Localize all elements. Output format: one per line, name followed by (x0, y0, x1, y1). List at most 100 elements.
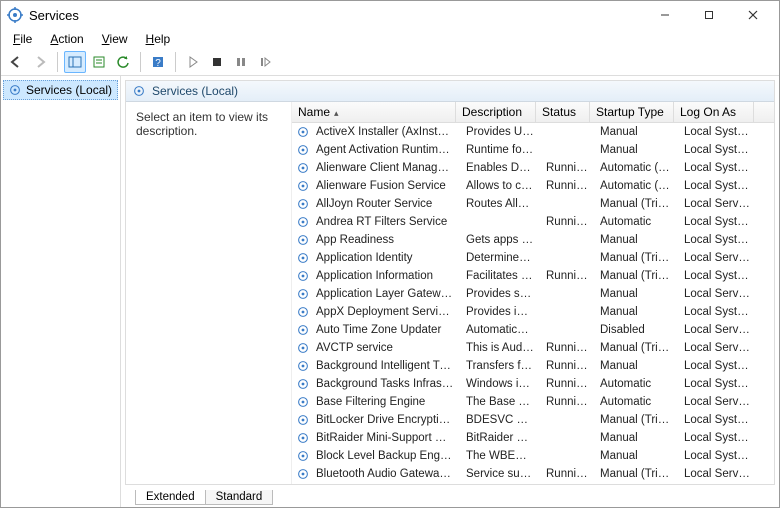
minimize-icon (660, 10, 670, 20)
gear-icon (296, 215, 310, 229)
service-row[interactable]: Bluetooth Audio Gateway Se...Service sup… (292, 465, 774, 483)
tab-standard[interactable]: Standard (205, 490, 274, 505)
toolbar-separator (175, 52, 176, 72)
service-name: ActiveX Installer (AxInstSV) (310, 126, 460, 138)
col-log-on-as[interactable]: Log On As (674, 102, 754, 122)
service-row[interactable]: Alienware Client Manageme...Enables Dell… (292, 159, 774, 177)
service-row[interactable]: App ReadinessGets apps re...ManualLocal … (292, 231, 774, 249)
maximize-button[interactable] (687, 1, 731, 29)
gear-icon (296, 233, 310, 247)
restart-icon (259, 56, 271, 68)
close-button[interactable] (731, 1, 775, 29)
col-status[interactable]: Status (536, 102, 590, 122)
service-status: Running (540, 378, 594, 390)
service-startup-type: Manual (594, 144, 678, 156)
col-description[interactable]: Description (456, 102, 536, 122)
service-log-on-as: Local Service (678, 252, 758, 264)
show-hide-tree-button[interactable] (64, 51, 86, 73)
service-row[interactable]: Auto Time Zone UpdaterAutomaticall...Dis… (292, 321, 774, 339)
service-row[interactable]: Application InformationFacilitates th...… (292, 267, 774, 285)
gear-icon (296, 269, 310, 283)
service-description: Gets apps re... (460, 234, 540, 246)
restart-service-button[interactable] (254, 51, 276, 73)
service-row[interactable]: AVCTP serviceThis is Audio...RunningManu… (292, 339, 774, 357)
service-name: Background Intelligent Tran... (310, 360, 460, 372)
service-description: Determines ... (460, 252, 540, 264)
back-button[interactable] (5, 51, 27, 73)
gear-icon (296, 449, 310, 463)
service-row[interactable]: Background Intelligent Tran...Transfers … (292, 357, 774, 375)
service-description: The Base Filt... (460, 396, 540, 408)
menubar: File Action View Help (1, 29, 779, 49)
service-row[interactable]: BitRaider Mini-Support Serv...BitRaider … (292, 429, 774, 447)
service-row[interactable]: Agent Activation Runtime_a...Runtime for… (292, 141, 774, 159)
menu-help[interactable]: Help (138, 30, 179, 48)
description-panel: Select an item to view its description. (126, 102, 291, 484)
service-description: Enables Dell ... (460, 162, 540, 174)
menu-file[interactable]: File (5, 30, 40, 48)
svg-text:?: ? (155, 58, 161, 69)
window-title: Services (29, 8, 79, 23)
stop-service-button[interactable] (206, 51, 228, 73)
service-row[interactable]: Andrea RT Filters ServiceRunningAutomati… (292, 213, 774, 231)
menu-action[interactable]: Action (42, 30, 91, 48)
tree-pane[interactable]: Services (Local) (1, 76, 121, 507)
service-row[interactable]: Background Tasks Infrastruc...Windows in… (292, 375, 774, 393)
play-icon (187, 56, 199, 68)
service-startup-type: Automatic (De... (594, 180, 678, 192)
service-status: Running (540, 468, 594, 480)
service-log-on-as: Local System (678, 234, 758, 246)
service-name: Background Tasks Infrastruc... (310, 378, 460, 390)
service-row[interactable]: BitLocker Drive Encryption S...BDESVC ho… (292, 411, 774, 429)
tree-root-item[interactable]: Services (Local) (3, 80, 118, 100)
service-row[interactable]: Block Level Backup Engine S...The WBENGI… (292, 447, 774, 465)
menu-view[interactable]: View (94, 30, 136, 48)
service-log-on-as: Local System (678, 378, 758, 390)
forward-button[interactable] (29, 51, 51, 73)
service-row[interactable]: ActiveX Installer (AxInstSV)Provides Use… (292, 123, 774, 141)
tree-pane-icon (68, 55, 82, 69)
service-row[interactable]: Bluetooth Support ServiceThe Bluetoo...R… (292, 483, 774, 484)
service-startup-type: Manual (594, 234, 678, 246)
gear-icon (296, 125, 310, 139)
help-button[interactable]: ? (147, 51, 169, 73)
column-headers: Name▴ Description Status Startup Type Lo… (292, 102, 774, 123)
service-name: Base Filtering Engine (310, 396, 460, 408)
service-status: Running (540, 396, 594, 408)
service-log-on-as: Local System (678, 270, 758, 282)
service-description: Facilitates th... (460, 270, 540, 282)
service-description: Provides sup... (460, 288, 540, 300)
service-row[interactable]: AllJoyn Router ServiceRoutes AllJo...Man… (292, 195, 774, 213)
refresh-button[interactable] (112, 51, 134, 73)
service-row[interactable]: Alienware Fusion ServiceAllows to co...R… (292, 177, 774, 195)
pause-service-button[interactable] (230, 51, 252, 73)
titlebar: Services (1, 1, 779, 29)
main-inner: Services (Local) Select an item to view … (125, 80, 775, 485)
service-row[interactable]: AppX Deployment Service (A...Provides in… (292, 303, 774, 321)
service-status: Running (540, 216, 594, 228)
col-name[interactable]: Name▴ (292, 102, 456, 122)
tab-extended[interactable]: Extended (135, 490, 206, 505)
properties-button[interactable] (88, 51, 110, 73)
service-description: Windows inf... (460, 378, 540, 390)
service-status: Running (540, 270, 594, 282)
service-description: Routes AllJo... (460, 198, 540, 210)
service-row[interactable]: Application Layer Gateway S...Provides s… (292, 285, 774, 303)
service-log-on-as: Local Service (678, 342, 758, 354)
col-startup-type[interactable]: Startup Type (590, 102, 674, 122)
pane-header: Services (Local) (126, 81, 774, 102)
service-row[interactable]: Base Filtering EngineThe Base Filt...Run… (292, 393, 774, 411)
services-list[interactable]: Name▴ Description Status Startup Type Lo… (291, 102, 774, 484)
service-startup-type: Manual (594, 288, 678, 300)
start-service-button[interactable] (182, 51, 204, 73)
gear-icon (296, 413, 310, 427)
pane-title: Services (Local) (152, 84, 238, 98)
service-log-on-as: Local System (678, 450, 758, 462)
services-rows[interactable]: ActiveX Installer (AxInstSV)Provides Use… (292, 123, 774, 484)
service-name: BitLocker Drive Encryption S... (310, 414, 460, 426)
service-row[interactable]: Application IdentityDetermines ...Manual… (292, 249, 774, 267)
arrow-right-icon (33, 55, 47, 69)
minimize-button[interactable] (643, 1, 687, 29)
service-startup-type: Manual (Trigg... (594, 270, 678, 282)
tree-root-label: Services (Local) (26, 83, 112, 97)
